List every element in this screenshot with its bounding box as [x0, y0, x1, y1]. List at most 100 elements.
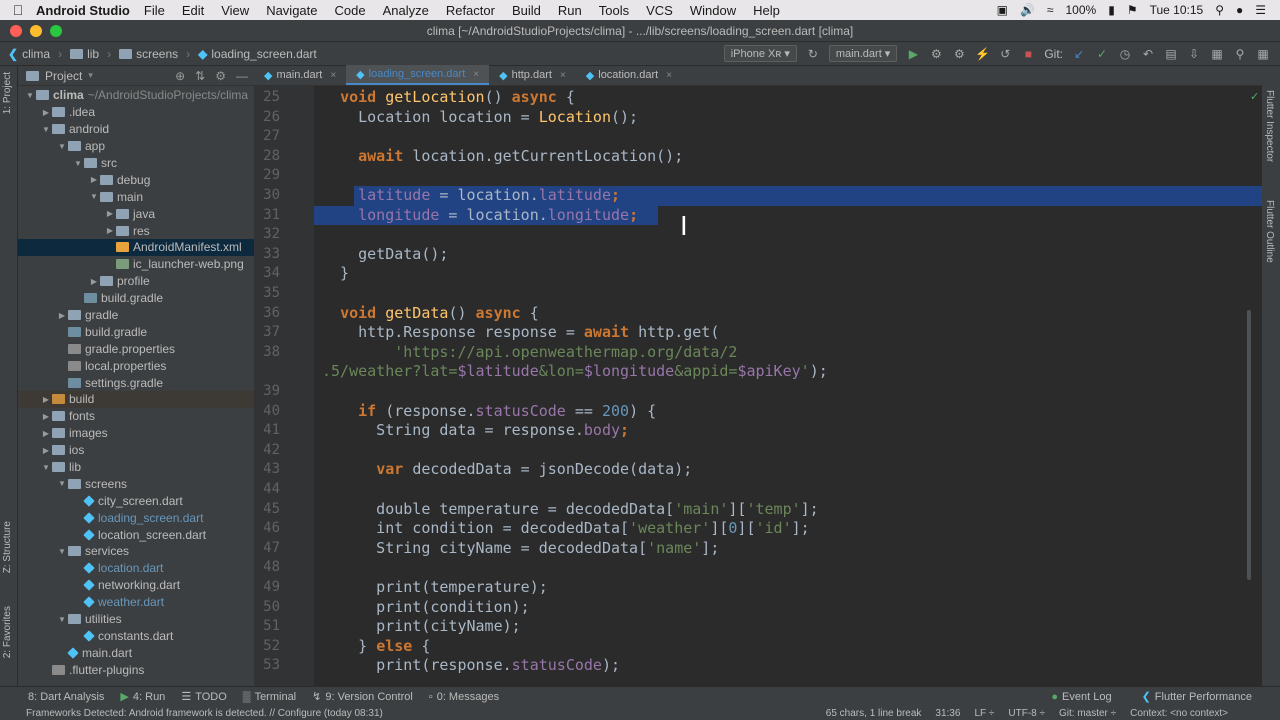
tree-item[interactable]: ▼ screens: [18, 475, 254, 492]
tree-item[interactable]: ▼ lib: [18, 459, 254, 476]
status-message[interactable]: Frameworks Detected: Android framework i…: [26, 708, 383, 719]
close-tab-icon[interactable]: ×: [330, 70, 336, 81]
editor-tab[interactable]: ◆ location.dart ×: [576, 65, 682, 85]
crumb-screens[interactable]: screens: [136, 47, 178, 61]
flag-icon[interactable]: ⚑: [1127, 3, 1138, 17]
editor-tab[interactable]: ◆ main.dart ×: [254, 65, 346, 85]
dart-analysis-tab[interactable]: 8: Dart Analysis: [28, 691, 104, 703]
editor-scrollbar[interactable]: [1247, 310, 1251, 580]
chevron-right-icon[interactable]: ▶: [40, 429, 52, 438]
menu-edit[interactable]: Edit: [182, 3, 204, 18]
tree-item[interactable]: ▶ debug: [18, 171, 254, 188]
siri-icon[interactable]: ●: [1236, 3, 1243, 17]
menu-code[interactable]: Code: [335, 3, 366, 18]
wifi-icon[interactable]: ≈: [1047, 3, 1054, 17]
chevron-down-icon[interactable]: ▼: [56, 547, 68, 556]
tree-item[interactable]: AndroidManifest.xml: [18, 239, 254, 256]
volume-icon[interactable]: 🔊: [1020, 3, 1035, 17]
tree-item[interactable]: loading_screen.dart: [18, 509, 254, 526]
tree-item[interactable]: ▶ .idea: [18, 104, 254, 121]
tree-item[interactable]: local.properties: [18, 357, 254, 374]
grid-icon[interactable]: ▦: [1256, 47, 1270, 61]
clock[interactable]: Tue 10:15: [1150, 3, 1204, 17]
menu-view[interactable]: View: [221, 3, 249, 18]
event-log-tab[interactable]: ● Event Log: [1051, 690, 1111, 703]
tree-item[interactable]: ▶ res: [18, 222, 254, 239]
menu-tools[interactable]: Tools: [599, 3, 629, 18]
caret-position[interactable]: 31:36: [935, 708, 960, 719]
gear-icon[interactable]: ⚙: [215, 69, 226, 83]
menu-run[interactable]: Run: [558, 3, 582, 18]
tree-item[interactable]: ▶ build: [18, 391, 254, 408]
run-tab[interactable]: ▶ 4: Run: [120, 690, 165, 704]
hot-reload-icon[interactable]: ⚡: [975, 47, 990, 61]
tree-item[interactable]: ▼ services: [18, 543, 254, 560]
chevron-right-icon[interactable]: ▶: [56, 311, 68, 320]
search-icon[interactable]: ⚲: [1233, 47, 1247, 61]
tree-item[interactable]: city_screen.dart: [18, 492, 254, 509]
tree-item[interactable]: weather.dart: [18, 594, 254, 611]
file-encoding[interactable]: UTF-8 ÷: [1008, 708, 1045, 719]
tree-item[interactable]: ic_launcher-web.png: [18, 256, 254, 273]
tree-item[interactable]: ▶ ios: [18, 442, 254, 459]
git-commit-icon[interactable]: ✓: [1095, 47, 1109, 61]
tree-item[interactable]: ▶ java: [18, 205, 254, 222]
tree-item[interactable]: ▼ clima ~/AndroidStudioProjects/clima: [18, 87, 254, 104]
close-tab-icon[interactable]: ×: [666, 70, 672, 81]
chevron-right-icon[interactable]: ▶: [40, 395, 52, 404]
tree-item[interactable]: ▼ android: [18, 121, 254, 138]
menu-analyze[interactable]: Analyze: [383, 3, 429, 18]
editor-tab[interactable]: ◆ http.dart ×: [489, 65, 576, 85]
tree-item[interactable]: build.gradle: [18, 323, 254, 340]
git-revert-icon[interactable]: ↶: [1141, 47, 1155, 61]
chevron-down-icon[interactable]: ▼: [40, 125, 52, 134]
apple-icon[interactable]: : [0, 2, 36, 18]
version-control-tab[interactable]: ↯ 9: Version Control: [312, 690, 413, 704]
tree-item[interactable]: location.dart: [18, 560, 254, 577]
flutter-inspector-tab[interactable]: Flutter Inspector: [1264, 90, 1275, 162]
structure-tool-tab[interactable]: Z: Structure: [2, 521, 13, 573]
profile-icon[interactable]: ⚙: [952, 47, 966, 61]
menu-navigate[interactable]: Navigate: [266, 3, 317, 18]
spotlight-icon[interactable]: ⚲: [1215, 3, 1224, 17]
crumb-file[interactable]: loading_screen.dart: [211, 47, 316, 61]
battery-percent[interactable]: 100%: [1066, 3, 1097, 17]
todo-tab[interactable]: ☰ TODO: [181, 690, 226, 704]
tree-item[interactable]: main.dart: [18, 644, 254, 661]
locate-icon[interactable]: ⊕: [175, 69, 185, 83]
structure-icon[interactable]: ▦: [1210, 47, 1224, 61]
tree-item[interactable]: ▶ images: [18, 425, 254, 442]
chevron-down-icon[interactable]: ▼: [24, 91, 36, 100]
tree-item[interactable]: build.gradle: [18, 290, 254, 307]
code-area[interactable]: 25 void getLocation() async {26 Location…: [263, 86, 1262, 686]
menu-build[interactable]: Build: [512, 3, 541, 18]
menu-vcs[interactable]: VCS: [646, 3, 673, 18]
crumb-project[interactable]: clima: [22, 47, 50, 61]
tree-item[interactable]: networking.dart: [18, 577, 254, 594]
tree-item[interactable]: constants.dart: [18, 628, 254, 645]
chevron-down-icon[interactable]: ▼: [88, 192, 100, 201]
chevron-right-icon[interactable]: ▶: [88, 277, 100, 286]
sdk-manager-icon[interactable]: ⇩: [1187, 47, 1201, 61]
context-indicator[interactable]: Context: <no context>: [1130, 708, 1228, 719]
menu-list-icon[interactable]: ☰: [1255, 3, 1266, 17]
git-history-icon[interactable]: ◷: [1118, 47, 1132, 61]
editor-tab[interactable]: ◆ loading_screen.dart ×: [346, 65, 490, 85]
menu-refactor[interactable]: Refactor: [446, 3, 495, 18]
tree-item[interactable]: gradle.properties: [18, 340, 254, 357]
project-tool-tab[interactable]: 1: Project: [2, 72, 13, 114]
messages-tab[interactable]: ▫ 0: Messages: [429, 691, 499, 703]
tree-item[interactable]: ▶ profile: [18, 273, 254, 290]
tree-item[interactable]: ▼ utilities: [18, 611, 254, 628]
battery-icon[interactable]: ▮: [1108, 3, 1115, 17]
debug-icon[interactable]: ⚙: [929, 47, 943, 61]
project-view-selector[interactable]: Project: [45, 69, 82, 83]
inspection-ok-icon[interactable]: ✓: [1250, 90, 1259, 103]
menu-help[interactable]: Help: [753, 3, 780, 18]
refresh-icon[interactable]: ↻: [806, 47, 820, 61]
tree-item[interactable]: ▼ src: [18, 155, 254, 172]
avd-manager-icon[interactable]: ▤: [1164, 47, 1178, 61]
chevron-right-icon[interactable]: ▶: [104, 226, 116, 235]
chevron-right-icon[interactable]: ▶: [40, 446, 52, 455]
tree-item[interactable]: ▶ gradle: [18, 307, 254, 324]
